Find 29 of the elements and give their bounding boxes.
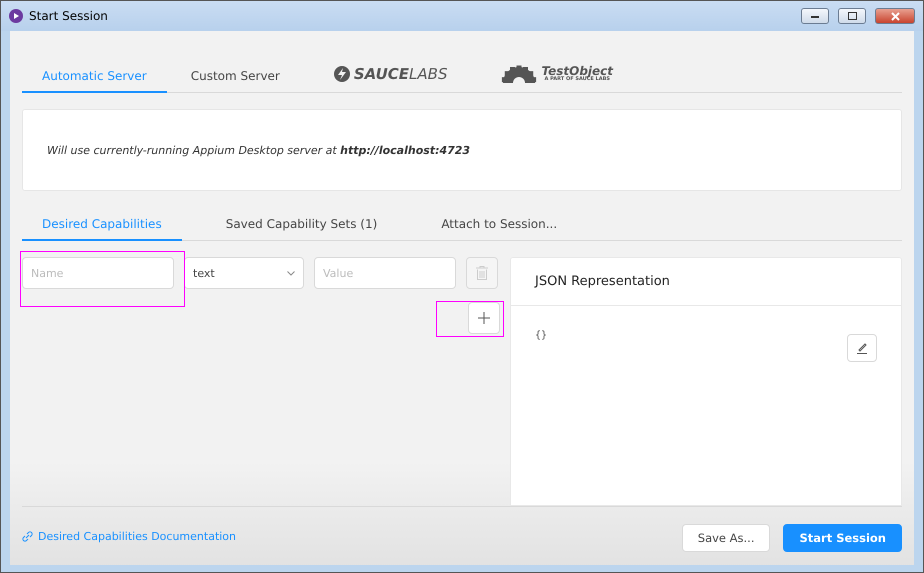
trash-icon (476, 266, 488, 280)
plus-icon (478, 312, 490, 324)
minimize-button[interactable] (801, 8, 829, 24)
pencil-icon (856, 342, 868, 354)
json-content: {} (535, 330, 548, 343)
sauce-labs-tab[interactable]: SAUCELABS (304, 57, 478, 93)
server-tab[interactable]: Custom Server (170, 61, 300, 93)
chevron-icon (287, 270, 295, 276)
add-button[interactable] (468, 302, 500, 334)
minimize-icon (811, 14, 819, 18)
bolt-logo-icon (334, 66, 350, 82)
gear-icon (501, 63, 538, 83)
maximize-button[interactable] (838, 8, 866, 24)
panel-title: JSON Representation (535, 274, 670, 289)
highlight-frame (436, 301, 504, 337)
name-field[interactable]: Name (22, 257, 174, 289)
app-icon (9, 9, 23, 23)
server-info-text: Will use currently-running Appium Desktop server at http://localhost:4723 (47, 144, 470, 156)
capability-tab[interactable]: Attach to Session... (421, 209, 578, 241)
close-icon (890, 12, 900, 20)
edit-button[interactable] (847, 334, 877, 362)
capability-tab[interactable]: Saved Capability Sets (1) (206, 209, 398, 241)
type-select[interactable]: text (184, 257, 304, 289)
close-button[interactable] (875, 8, 915, 24)
link-icon (22, 530, 33, 542)
save-as-button[interactable]: Save As... (682, 524, 770, 552)
maximize-icon (848, 12, 856, 20)
value-field[interactable]: Value (314, 257, 456, 289)
window-title: Start Session (29, 9, 109, 23)
